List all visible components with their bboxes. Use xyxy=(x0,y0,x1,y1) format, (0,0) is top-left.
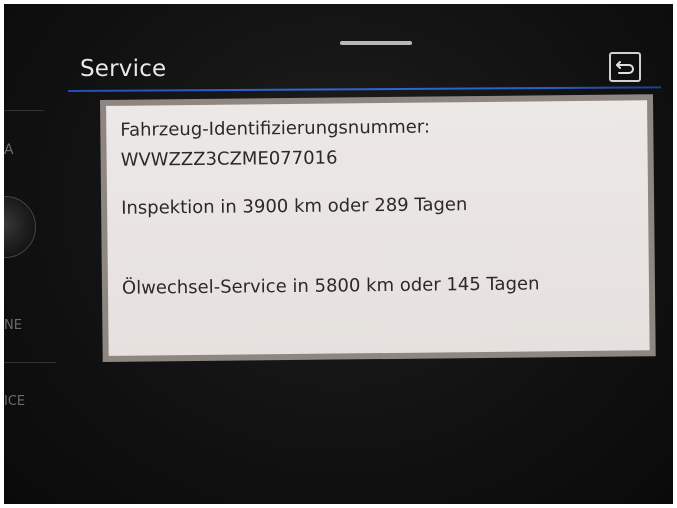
vin-value: WVWZZZ3CZME077016 xyxy=(120,147,338,171)
bezel-divider xyxy=(4,362,56,363)
oil-service-status: Ölwechsel-Service in 5800 km oder 145 Ta… xyxy=(121,273,540,299)
side-button-label-top[interactable]: A xyxy=(4,142,14,158)
back-button[interactable] xyxy=(609,52,641,82)
side-button-label-bottom[interactable]: ICE xyxy=(4,394,25,409)
header-divider xyxy=(67,86,661,92)
service-info-panel: Fahrzeug-Identifizierungsnummer: WVWZZZ3… xyxy=(100,94,656,362)
infotainment-screen: A NE ICE Service Fahrzeug-Identifizierun… xyxy=(4,4,673,504)
bezel-divider xyxy=(4,110,44,111)
volume-knob[interactable] xyxy=(4,196,36,258)
inspection-status: Inspektion in 3900 km oder 289 Tagen xyxy=(121,194,468,219)
back-arrow-icon xyxy=(616,61,634,74)
vin-label: Fahrzeug-Identifizierungsnummer: xyxy=(120,116,431,141)
car-infotainment-photo: A NE ICE Service Fahrzeug-Identifizierun… xyxy=(4,4,673,504)
page-title: Service xyxy=(80,56,167,82)
service-info-content: Fahrzeug-Identifizierungsnummer: WVWZZZ3… xyxy=(106,100,650,356)
side-button-label-middle[interactable]: NE xyxy=(4,318,22,333)
drag-handle[interactable] xyxy=(340,41,412,45)
